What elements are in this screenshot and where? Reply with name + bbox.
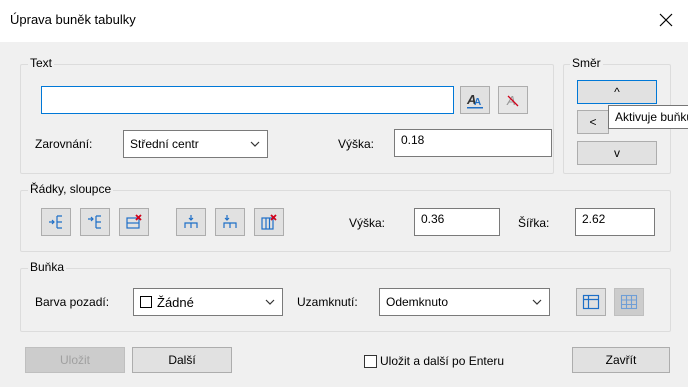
clear-style-icon: A [506, 93, 519, 108]
column-width-label: Šířka: [518, 216, 550, 230]
svg-text:A: A [506, 93, 516, 108]
close-label: Zavřít [605, 353, 637, 367]
table-icon [582, 294, 600, 310]
row-height-input[interactable]: 0.36 [414, 208, 500, 236]
insert-column-left-button[interactable] [176, 208, 206, 236]
svg-text:A: A [474, 97, 481, 108]
cell-group-label: Buňka [28, 260, 67, 274]
up-label: ^ [614, 85, 620, 99]
save-label: Uložit [59, 353, 90, 367]
text-group-label: Text [28, 56, 55, 70]
insert-column-right-button[interactable] [215, 208, 245, 236]
cell-table-button[interactable] [576, 288, 606, 316]
column-width-input[interactable]: 2.62 [575, 208, 655, 236]
text-group [20, 64, 554, 174]
rows-columns-group-label: Řádky, sloupce [28, 182, 114, 196]
background-color-select[interactable]: Žádné [133, 288, 283, 316]
close-icon [659, 13, 673, 27]
insert-column-left-icon [184, 215, 198, 228]
background-color-value: Žádné [157, 294, 194, 310]
cell-grid-button[interactable] [614, 288, 644, 316]
insert-row-above-icon [49, 215, 62, 229]
chevron-down-icon [532, 299, 542, 305]
insert-column-right-icon [223, 215, 237, 228]
save-next-on-enter-checkbox[interactable] [364, 355, 377, 368]
lock-label: Uzamknutí: [297, 295, 358, 309]
text-height-label: Výška: [338, 137, 375, 151]
chevron-down-icon [265, 299, 275, 305]
color-swatch [140, 296, 152, 308]
save-next-on-enter-label: Uložit a další po Enteru [380, 354, 505, 368]
alignment-select[interactable]: Střední centr [123, 130, 268, 158]
text-style-button[interactable]: A A [460, 86, 490, 114]
delete-row-icon [126, 214, 142, 229]
text-height-input[interactable]: 0.18 [394, 129, 552, 157]
delete-column-icon [261, 214, 277, 230]
insert-row-below-icon [88, 215, 101, 229]
grid-icon [620, 294, 638, 310]
clear-text-style-button[interactable]: A [498, 86, 528, 114]
lock-value: Odemknuto [386, 295, 449, 309]
save-button[interactable]: Uložit [25, 347, 125, 373]
title-bar: Úprava buněk tabulky [0, 0, 688, 42]
down-label: v [614, 146, 620, 160]
rows-columns-group [20, 190, 671, 252]
next-button[interactable]: Další [132, 347, 232, 373]
alignment-value: Střední centr [130, 137, 199, 151]
chevron-down-icon [250, 141, 260, 147]
direction-group-label: Směr [570, 56, 603, 70]
direction-down-button[interactable]: v [577, 141, 657, 165]
direction-tooltip: Aktivuje buňku [608, 105, 688, 129]
close-window-button[interactable] [644, 0, 688, 40]
direction-up-button[interactable]: ^ [577, 80, 657, 104]
delete-column-button[interactable] [254, 208, 284, 236]
close-button[interactable]: Zavřít [572, 347, 670, 373]
delete-row-button[interactable] [119, 208, 149, 236]
text-input[interactable] [41, 86, 454, 114]
window-title: Úprava buněk tabulky [10, 12, 136, 27]
alignment-label: Zarovnání: [35, 137, 93, 151]
lock-select[interactable]: Odemknuto [379, 288, 550, 316]
background-color-label: Barva pozadí: [35, 295, 110, 309]
text-style-icon: A A [466, 92, 483, 109]
insert-row-above-button[interactable] [41, 208, 71, 236]
next-label: Další [168, 353, 196, 367]
direction-left-button[interactable]: < [577, 110, 609, 134]
insert-row-below-button[interactable] [80, 208, 110, 236]
left-label: < [589, 115, 597, 129]
row-height-label: Výška: [349, 216, 386, 230]
